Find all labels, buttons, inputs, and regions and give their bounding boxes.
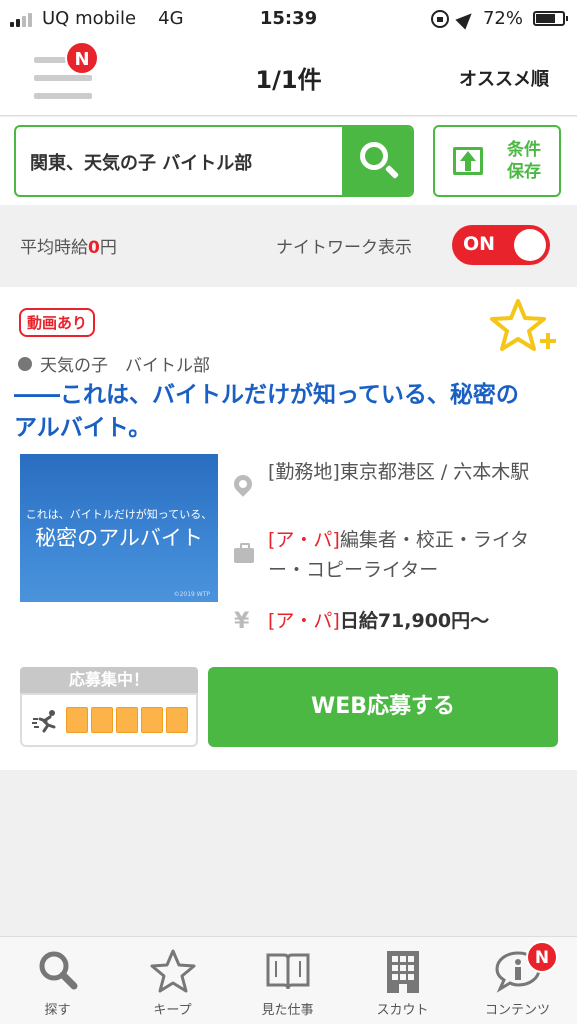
job-title[interactable]: ――これは、バイトルだけが知っている、秘密のアルバイト。 [14,379,534,445]
star-icon [150,949,196,993]
keep-star-icon[interactable] [488,297,560,361]
location-icon [455,7,477,30]
company-dot-icon [18,356,32,371]
job-salary: [ア・パ]日給71,900円～ [268,610,490,632]
tab-scout[interactable]: スカウト [345,937,460,1024]
status-bar: UQ mobile 4G 15:39 72% [0,0,577,38]
recruit-status: 応募集中！ [20,667,198,747]
recruit-meter [20,693,198,747]
salary-tag: [ア・パ] [268,610,340,632]
filter-row: 平均時給0円 ナイトワーク表示 ON [0,205,577,285]
tab-viewed[interactable]: 見た仕事 [230,937,345,1024]
save-label-line2: 保存 [507,162,541,182]
bottom-tab-bar: 探す キープ 見た仕事 スカウト N コンテンツ [0,936,577,1024]
yen-icon: ¥ [234,609,250,634]
runner-icon [32,710,56,733]
average-wage: 平均時給0円 [20,238,117,258]
recruit-level-block [66,707,88,733]
search-icon [360,142,388,170]
tab-search[interactable]: 探す [0,937,115,1024]
search-input[interactable]: 関東、天気の子 バイトル部 [14,125,414,197]
save-label-line1: 条件 [507,140,541,160]
location-pin-icon [230,471,256,497]
contents-badge: N [526,941,558,973]
recruit-level-block [116,707,138,733]
job-type: [ア・パ]編集者・校正・ライター・コピーライター [268,529,530,581]
book-icon [266,953,310,990]
sort-dropdown[interactable]: オススメ順 [459,65,549,91]
average-wage-value: 0 [88,238,100,258]
night-work-toggle[interactable]: ON [452,225,550,265]
web-apply-button[interactable]: WEB応募する [208,667,558,747]
tab-keep[interactable]: キープ [115,937,230,1024]
battery-icon [533,11,568,26]
search-row: 関東、天気の子 バイトル部 条件 保存 [0,117,577,205]
battery-percent: 72% [482,8,523,29]
recruit-level-blocks [66,707,188,733]
company-name: 天気の子 バイトル部 [18,351,210,376]
header: N 1/1件 オススメ順 [0,38,577,116]
toggle-state: ON [463,233,496,255]
image-credit: ©2019 WTP [173,591,210,598]
image-caption-2: 秘密のアルバイト [35,526,203,550]
job-image[interactable]: これは、バイトルだけが知っている、 秘密のアルバイト ©2019 WTP [20,454,218,602]
recruit-label: 応募集中！ [20,667,198,693]
job-card[interactable]: 動画あり 天気の子 バイトル部 ――これは、バイトルだけが知っている、秘密のアル… [0,287,577,770]
tab-contents[interactable]: N コンテンツ [460,937,575,1024]
night-work-label: ナイトワーク表示 [276,238,412,258]
toggle-knob [514,229,546,261]
search-icon [39,951,78,990]
recruit-level-block [141,707,163,733]
briefcase-icon [234,543,254,564]
rotation-lock-icon [430,9,449,28]
recruit-level-block [166,707,188,733]
image-caption-1: これは、バイトルだけが知っている、 [25,508,213,521]
video-badge: 動画あり [19,308,96,337]
building-icon [387,951,419,993]
job-location: [勤務地]東京都港区 / 六本木駅 [268,461,530,483]
search-query[interactable]: 関東、天気の子 バイトル部 [30,149,252,175]
upload-folder-icon [453,147,483,175]
recruit-level-block [91,707,113,733]
job-type-tag: [ア・パ] [268,529,340,551]
search-button[interactable] [342,127,412,195]
save-conditions-button[interactable]: 条件 保存 [433,125,561,197]
